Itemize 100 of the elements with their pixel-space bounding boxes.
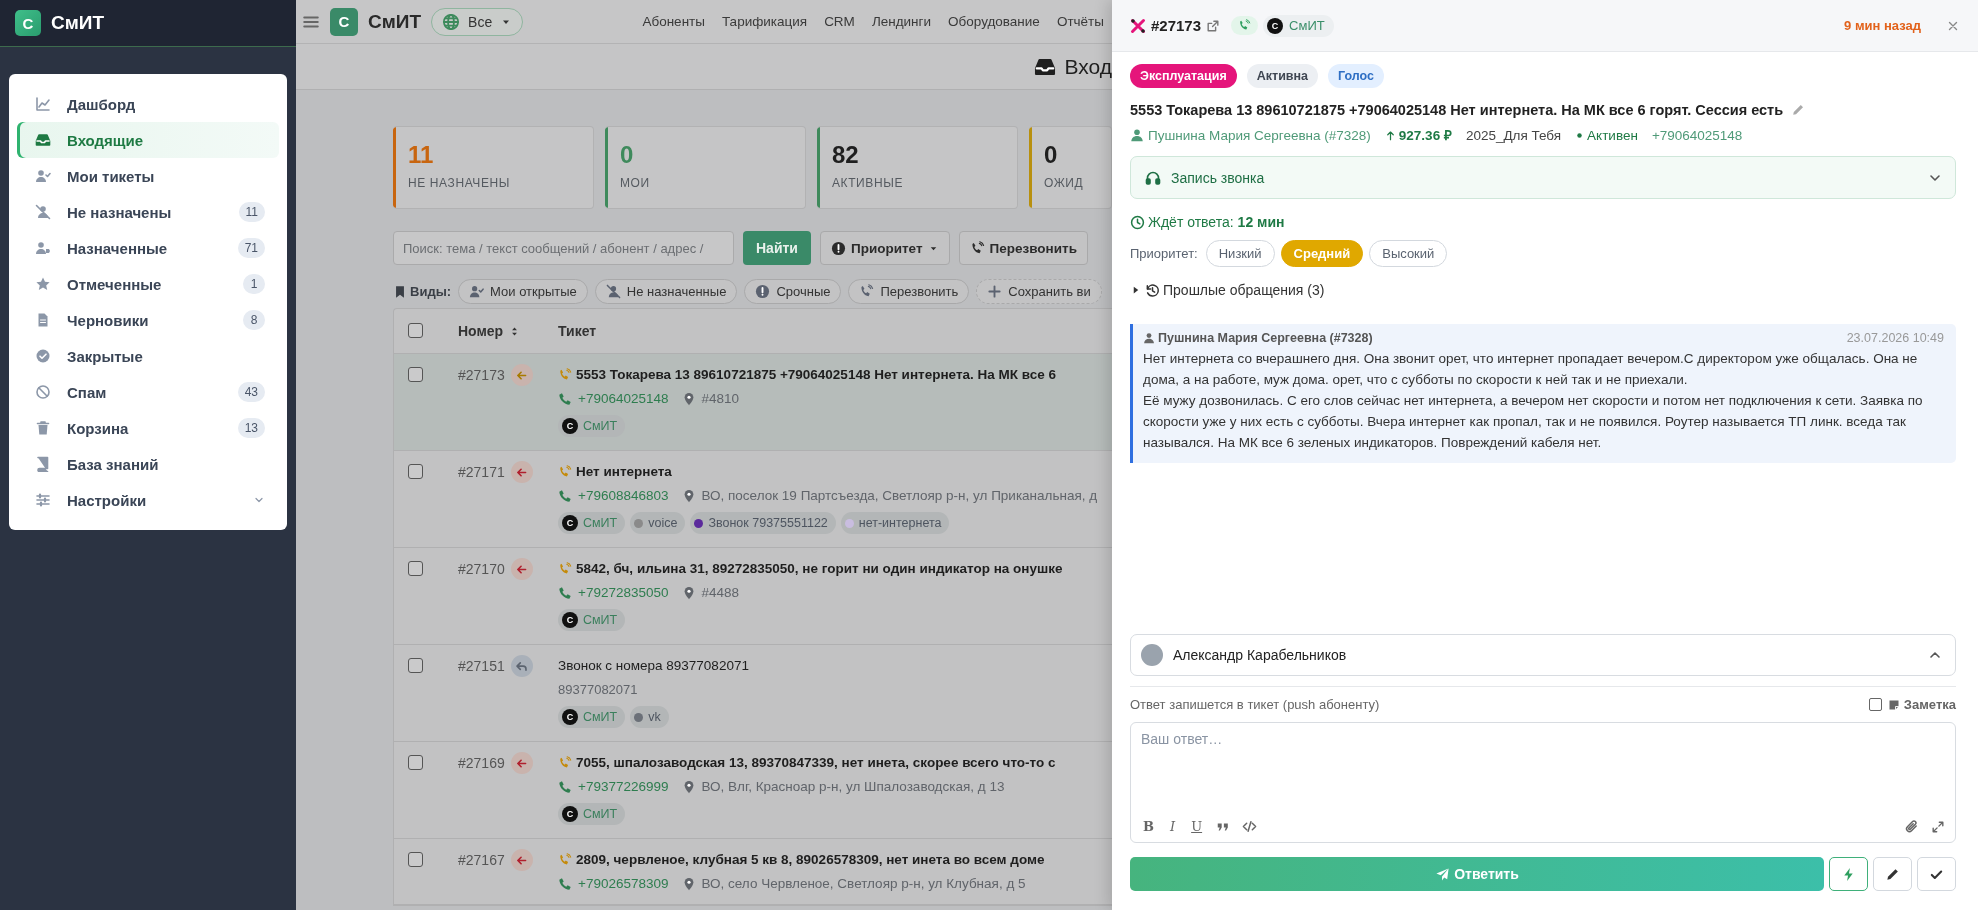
user-icon <box>1130 128 1144 142</box>
quick-reply-button[interactable] <box>1829 857 1868 891</box>
reply-editor[interactable]: Ваш ответ… B I U <box>1130 722 1956 843</box>
sidebar-item[interactable]: Дашборд <box>17 86 279 122</box>
sidebar-item[interactable]: Отмеченные 1 <box>17 266 279 302</box>
ticket-row[interactable]: #27151 Звонок с номера 89377082071 89377082071 С СмИТ vk <box>394 645 1112 742</box>
tag: vk <box>630 706 669 728</box>
sidebar-item[interactable]: Настройки <box>17 482 279 518</box>
location: #4810 <box>682 391 740 406</box>
user-check-icon <box>35 168 51 184</box>
call-recording-toggle[interactable]: Запись звонка <box>1130 156 1956 199</box>
priority-option[interactable]: Низкий <box>1205 240 1275 267</box>
inbox-icon <box>35 132 51 148</box>
attach-button[interactable] <box>1904 819 1919 834</box>
location: ВО, поселок 19 Партсъезда, Светлояр р-н, ул Приканальная, д <box>682 488 1098 503</box>
sidebar-item[interactable]: Черновики 8 <box>17 302 279 338</box>
sidebar-item[interactable]: Входящие <box>17 122 279 158</box>
resolve-button[interactable] <box>1917 857 1956 891</box>
ticket-number: #27173 <box>458 367 505 383</box>
phone-icon <box>558 876 572 891</box>
alert-icon <box>755 284 771 299</box>
ticket-row[interactable]: #27169 7055, шпалозаводская 13, 89370847339, нет инета, скорее всего что-то с +79377226999 ВО, Влг, Красноар р-н, ул Шпалозаводская, д 13 С СмИТ <box>394 742 1112 839</box>
row-checkbox[interactable] <box>408 561 423 576</box>
tag: нет-интернета <box>840 512 950 534</box>
select-all-checkbox[interactable] <box>408 323 423 338</box>
logo-icon: С <box>15 10 41 36</box>
nav-link[interactable]: Абоненты <box>642 14 705 29</box>
edit-button[interactable] <box>1873 857 1912 891</box>
brand-tag: С СмИТ <box>558 706 626 728</box>
stat-card[interactable]: 11 НЕ НАЗНАЧЕНЫ <box>393 126 594 209</box>
row-checkbox[interactable] <box>408 755 423 770</box>
row-checkbox[interactable] <box>408 464 423 479</box>
brand-tag: С СмИТ <box>1263 14 1334 37</box>
brand-tag: С СмИТ <box>558 803 626 825</box>
subscriber-status: Активен <box>1575 127 1638 143</box>
phone-icon <box>558 488 572 503</box>
search-button[interactable]: Найти <box>743 231 811 265</box>
view-chip[interactable]: Мои открытые <box>458 279 588 304</box>
dot-icon <box>1575 130 1585 140</box>
sidebar-item[interactable]: База знаний <box>17 446 279 482</box>
stat-value: 0 <box>1044 141 1059 169</box>
user-slash-icon <box>35 204 51 220</box>
sidebar-item[interactable]: Спам 43 <box>17 374 279 410</box>
count-badge: 13 <box>237 418 265 438</box>
nav-link[interactable]: Отчёты <box>1056 14 1104 29</box>
view-chip[interactable]: Сохранить ви <box>976 279 1102 304</box>
priority-option[interactable]: Высокий <box>1369 240 1448 267</box>
scope-dropdown[interactable]: Все <box>431 7 524 36</box>
ticket-number: #27170 <box>458 561 505 577</box>
user-tag-icon <box>35 240 51 256</box>
expand-button[interactable] <box>1931 819 1945 834</box>
row-checkbox[interactable] <box>408 852 423 867</box>
search-field[interactable]: Поиск: тема / текст сообщений / абонент / адрес / <box>393 231 734 265</box>
nav-link[interactable]: Оборудование <box>948 14 1040 29</box>
format-button[interactable]: I <box>1168 819 1178 834</box>
sidebar-item[interactable]: Назначенные 71 <box>17 230 279 266</box>
ticket-row[interactable]: #27173 5553 Токарева 13 89610721875 +79064025148 Нет интернета. На МК все 6 +79064025148 #4810 С СмИТ <box>394 354 1112 451</box>
ticket-row[interactable]: #27170 5842, бч, ильина 31, 89272835050, не горит ни один индикатор на онушке +79272835050 #4488 С СмИТ <box>394 548 1112 645</box>
view-chip[interactable]: Срочные <box>744 279 842 304</box>
row-checkbox[interactable] <box>408 367 423 382</box>
view-chip[interactable]: Не назначенные <box>594 279 738 304</box>
priority-label: Приоритет: <box>1130 246 1198 261</box>
history-toggle[interactable]: Прошлые обращения (3) <box>1130 282 1325 298</box>
row-checkbox[interactable] <box>408 658 423 673</box>
ticket-number: #27151 <box>458 658 505 674</box>
ticket-number: #27171 <box>458 464 505 480</box>
ticket-subject: 2809, червленое, клубная 5 кв 8, 89026578309, нет инета во всем доме <box>576 852 1045 867</box>
stat-card[interactable]: 82 АКТИВНЫЕ <box>817 126 1018 209</box>
brand-tag: С СмИТ <box>558 512 626 534</box>
message-author: Пушнина Мария Сергеевна (#7328) <box>1158 331 1373 345</box>
stat-card[interactable]: 0 МОИ <box>605 126 806 209</box>
format-button[interactable]: U <box>1189 819 1205 834</box>
format-button[interactable]: B <box>1141 819 1156 834</box>
status-badge: Активна <box>1246 64 1319 88</box>
ticket-row[interactable]: #27171 Нет интернета +79608846803 ВО, поселок 19 Партсъезда, Светлояр р-н, ул Приканальная, д С СмИТ voice Звонок 79375551122 нет-интернета <box>394 451 1112 548</box>
view-chip[interactable]: Перезвонить <box>848 279 970 304</box>
ticket-row[interactable]: #27167 2809, червленое, клубная 5 кв 8, 89026578309, нет инета во всем доме +79026578309 ВО, село Червленое, Светлояр р-н, ул Клубная, д 5 <box>394 839 1112 905</box>
nav-link[interactable]: Тарификация <box>722 14 808 29</box>
phone-icon <box>1238 19 1252 32</box>
subscriber-link[interactable]: Пушнина Мария Сергеевна (#7328) <box>1130 127 1371 143</box>
nav-link[interactable]: CRM <box>824 14 855 29</box>
code-icon <box>1242 819 1258 834</box>
column-header[interactable]: Номер <box>458 323 504 339</box>
sidebar-item[interactable]: Закрытые <box>17 338 279 374</box>
plus-icon <box>987 284 1003 299</box>
brand-tag: С СмИТ <box>558 609 626 631</box>
assignee-dropdown[interactable]: Александр Карабельников <box>1130 634 1956 676</box>
filter-button[interactable]: Приоритет <box>819 231 950 265</box>
clock-icon <box>1130 214 1145 230</box>
reply-hint: Ответ запишется в тикет (push абоненту) <box>1130 697 1381 712</box>
brand-name: СмИТ <box>51 12 105 34</box>
nav-link[interactable]: Лендинги <box>871 14 932 29</box>
sidebar-item[interactable]: Не назначены 11 <box>17 194 279 230</box>
note-checkbox[interactable]: Заметка <box>1868 697 1956 712</box>
filter-button[interactable]: Перезвонить <box>958 231 1088 265</box>
code-button[interactable] <box>1242 819 1258 834</box>
stat-card[interactable]: 0 ОЖИД <box>1029 126 1112 209</box>
tag: voice <box>630 512 686 534</box>
sidebar-item[interactable]: Мои тикеты <box>17 158 279 194</box>
sidebar-item[interactable]: Корзина 13 <box>17 410 279 446</box>
